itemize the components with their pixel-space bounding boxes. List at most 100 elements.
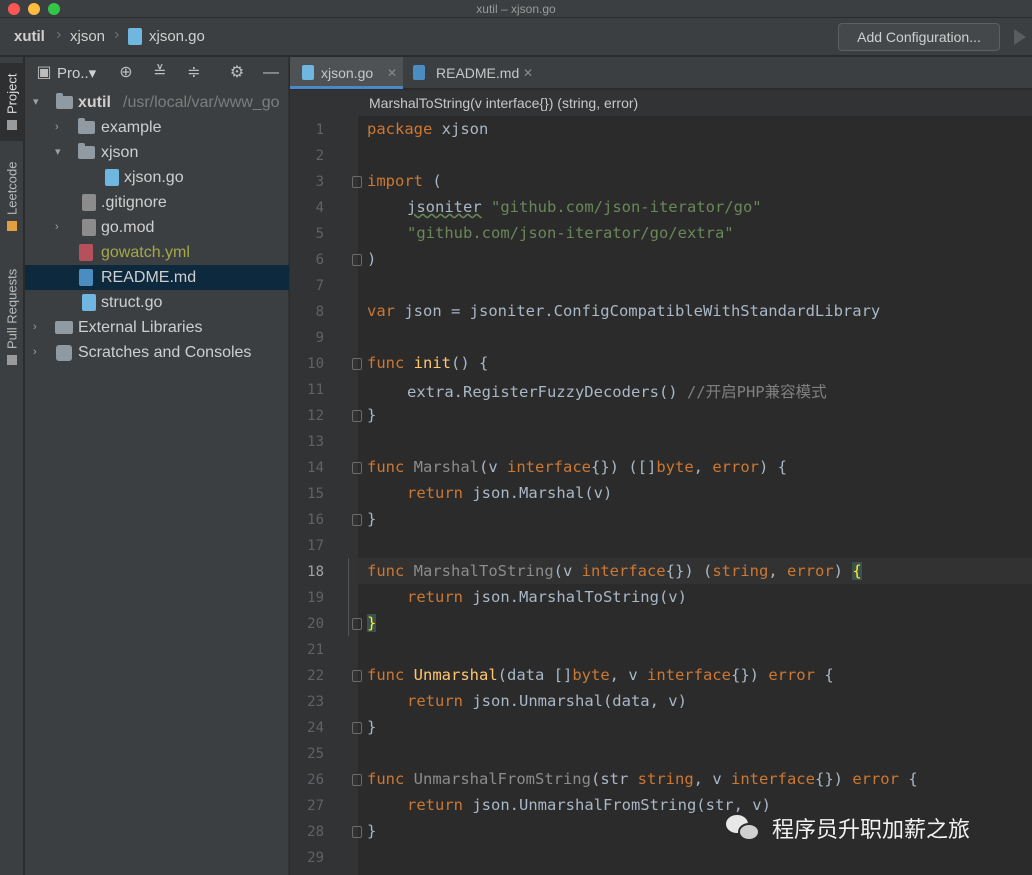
line-number[interactable]: 13 (290, 434, 324, 450)
line-number[interactable]: 7 (290, 278, 324, 294)
fold-marker[interactable] (352, 670, 362, 682)
code-line-18: func MarshalToString(v interface{}) (str… (367, 562, 862, 580)
punctuation: ( (423, 172, 442, 190)
tree-item-gitignore[interactable]: .gitignore (25, 190, 289, 215)
keyword: error (712, 458, 759, 476)
keyword: error (787, 562, 834, 580)
chevron-right-icon[interactable]: › (55, 115, 59, 140)
code-text: , (693, 458, 713, 476)
tree-item-struct[interactable]: struct.go (25, 290, 289, 315)
project-view-dropdown[interactable]: Pro..▾ (57, 64, 96, 82)
keyword: import (367, 172, 423, 190)
chevron-right-icon: › (114, 26, 120, 43)
chevron-right-icon[interactable]: › (55, 215, 59, 240)
fold-marker[interactable] (352, 774, 362, 786)
line-number[interactable]: 22 (290, 668, 324, 684)
line-number[interactable]: 1 (290, 122, 324, 138)
line-number[interactable]: 28 (290, 824, 324, 840)
line-number[interactable]: 29 (290, 850, 324, 866)
chevron-down-icon[interactable]: ▾ (33, 90, 39, 115)
keyword: interface (507, 458, 591, 476)
line-number[interactable]: 15 (290, 486, 324, 502)
comment: //开启PHP兼容模式 (677, 383, 827, 401)
chevron-right-icon[interactable]: › (33, 340, 37, 365)
line-number[interactable]: 5 (290, 226, 324, 242)
line-number[interactable]: 6 (290, 252, 324, 268)
line-number[interactable]: 8 (290, 304, 324, 320)
punctuation: } (367, 510, 377, 528)
tree-item-readme[interactable]: README.md (25, 265, 289, 290)
identifier: xjson (432, 120, 489, 138)
fold-marker[interactable] (352, 176, 362, 188)
keyword: byte (656, 458, 694, 476)
fold-marker[interactable] (352, 410, 362, 422)
line-number[interactable]: 12 (290, 408, 324, 424)
gear-icon[interactable]: ⚙ (228, 64, 246, 82)
locate-file-icon[interactable]: ⊕ (117, 64, 135, 82)
code-text: (v (479, 458, 507, 476)
keyword: string (637, 770, 694, 788)
line-number[interactable]: 10 (290, 356, 324, 372)
fold-marker[interactable] (352, 254, 362, 266)
expand-all-icon[interactable]: ≚ (151, 64, 169, 82)
stripe-tab-project[interactable]: Project (0, 63, 24, 141)
chevron-down-icon[interactable]: ▾ (55, 140, 61, 165)
tab-xjson-go[interactable]: xjson.go ✕ (290, 57, 403, 89)
run-icon[interactable] (1014, 29, 1026, 45)
line-number[interactable]: 20 (290, 616, 324, 632)
line-number[interactable]: 4 (290, 200, 324, 216)
tree-item-example[interactable]: › example (25, 115, 289, 140)
gomod-file-icon (82, 219, 96, 236)
stripe-tab-leetcode[interactable]: Leetcode (0, 153, 24, 239)
tree-item-xjson[interactable]: ▾ xjson (25, 140, 289, 165)
code-breadcrumb[interactable]: MarshalToString(v interface{}) (string, … (290, 90, 1032, 116)
line-number[interactable]: 11 (290, 382, 324, 398)
nav-crumb-file[interactable]: xjson.go (149, 28, 205, 45)
collapse-all-icon[interactable]: ≑ (185, 64, 203, 82)
line-number[interactable]: 16 (290, 512, 324, 528)
line-number[interactable]: 18 (290, 564, 324, 580)
tree-item-xjson-go[interactable]: xjson.go (25, 165, 289, 190)
line-number[interactable]: 14 (290, 460, 324, 476)
nav-crumb-folder[interactable]: xjson (70, 28, 105, 45)
tree-item-root[interactable]: ▾ xutil /usr/local/var/www_go (25, 90, 289, 115)
tab-readme[interactable]: README.md ✕ (403, 57, 538, 89)
line-number[interactable]: 19 (290, 590, 324, 606)
line-number[interactable]: 26 (290, 772, 324, 788)
stripe-tab-pull-requests[interactable]: Pull Requests (0, 255, 24, 379)
add-configuration-button[interactable]: Add Configuration... (838, 23, 1000, 51)
folder-icon (78, 118, 95, 134)
tree-item-external-libraries[interactable]: › External Libraries (25, 315, 289, 340)
tree-item-gowatch[interactable]: gowatch.yml (25, 240, 289, 265)
line-number[interactable]: 9 (290, 330, 324, 346)
fold-marker[interactable] (352, 462, 362, 474)
tree-item-gomod[interactable]: › go.mod (25, 215, 289, 240)
fold-marker[interactable] (352, 358, 362, 370)
function-name: MarshalToString (413, 562, 554, 580)
close-icon[interactable]: ✕ (523, 57, 533, 89)
tree-item-label: README.md (101, 269, 197, 286)
fold-marker[interactable] (352, 514, 362, 526)
line-number[interactable]: 3 (290, 174, 324, 190)
keyword: interface (730, 770, 815, 788)
line-number[interactable]: 23 (290, 694, 324, 710)
project-panel: ▣ Pro..▾ ⊕ ≚ ≑ ⚙ — ▾ xutil /usr/local/va… (25, 57, 289, 875)
line-number[interactable]: 2 (290, 148, 324, 164)
fold-marker[interactable] (352, 722, 362, 734)
tree-item-label: xjson.go (124, 169, 184, 186)
tree-item-scratches[interactable]: › Scratches and Consoles (25, 340, 289, 365)
hide-panel-icon[interactable]: — (262, 64, 280, 82)
fold-marker[interactable] (352, 618, 362, 630)
identifier: jsoniter (407, 198, 482, 216)
line-number[interactable]: 27 (290, 798, 324, 814)
line-number[interactable]: 25 (290, 746, 324, 762)
code-line-8: var json = jsoniter.ConfigCompatibleWith… (367, 302, 880, 320)
nav-crumb-project[interactable]: xutil (14, 28, 45, 45)
line-number[interactable]: 21 (290, 642, 324, 658)
code-text: (str (590, 770, 638, 788)
chevron-right-icon[interactable]: › (33, 315, 37, 340)
line-number[interactable]: 17 (290, 538, 324, 554)
close-icon[interactable]: ✕ (387, 57, 397, 89)
fold-marker[interactable] (352, 826, 362, 838)
line-number[interactable]: 24 (290, 720, 324, 736)
